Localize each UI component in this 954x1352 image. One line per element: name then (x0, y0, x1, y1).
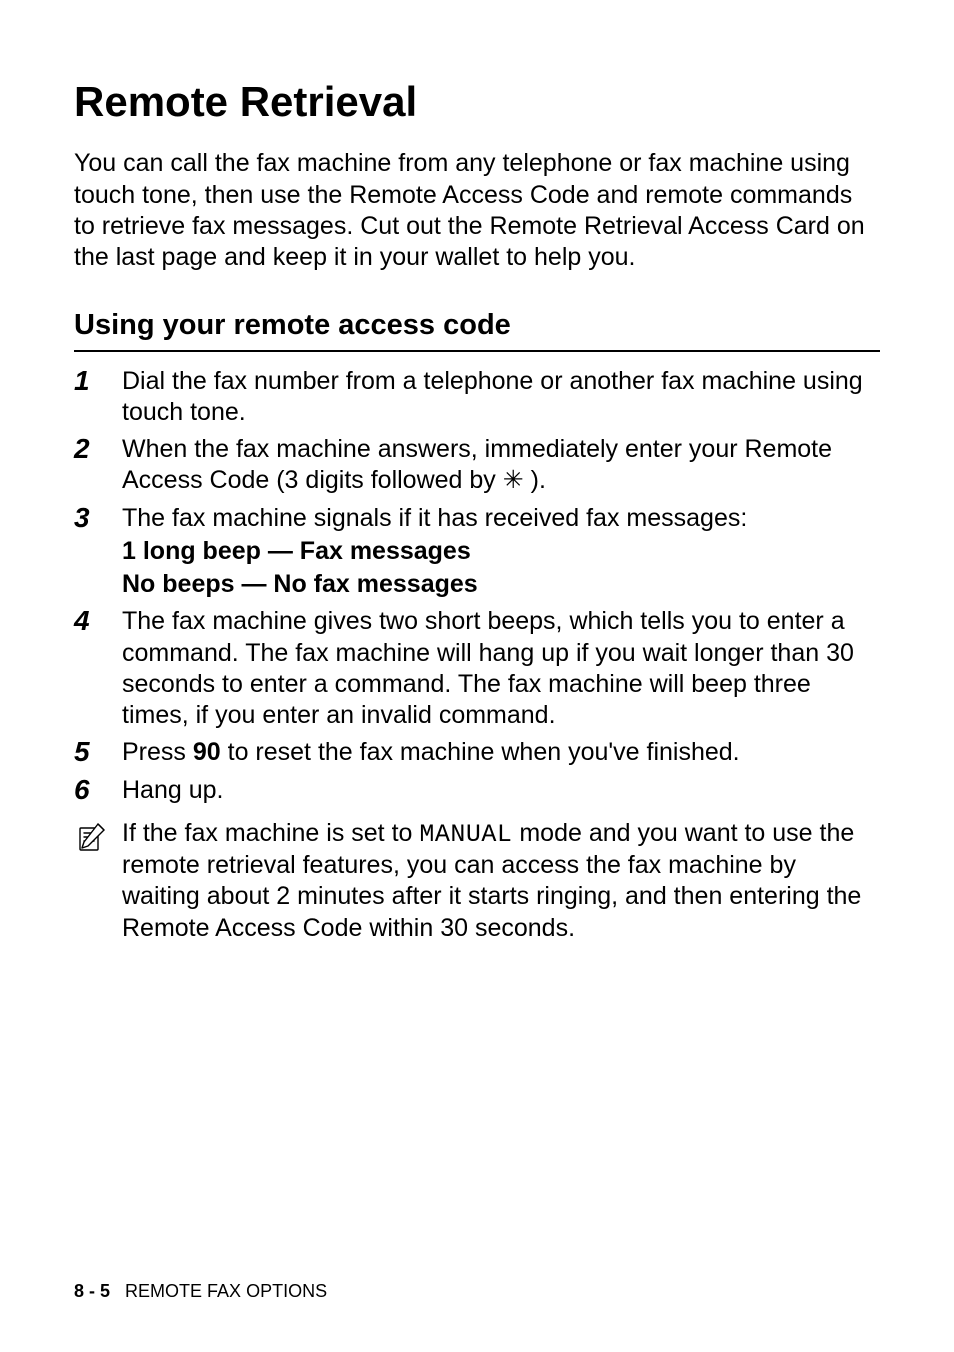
step-1: 1 Dial the fax number from a telephone o… (74, 366, 880, 429)
note-mode: MANUAL (419, 820, 512, 849)
step-5-pre: Press (122, 738, 193, 766)
step-3-sub2: No beeps — No fax messages (122, 569, 880, 600)
step-4: 4 The fax machine gives two short beeps,… (74, 606, 880, 731)
step-2: 2 When the fax machine answers, immediat… (74, 434, 880, 497)
step-2-post: ). (524, 466, 546, 494)
step-text: When the fax machine answers, immediatel… (122, 434, 880, 497)
step-3: 3 The fax machine signals if it has rece… (74, 503, 880, 601)
step-number: 3 (74, 503, 122, 534)
page-footer: 8 - 5 REMOTE FAX OPTIONS (74, 1281, 327, 1302)
footer-page-number: 8 - 5 (74, 1281, 110, 1301)
note-icon (74, 818, 122, 859)
step-5-code: 90 (193, 738, 221, 766)
step-3-text: The fax machine signals if it has receiv… (122, 503, 880, 534)
step-3-sub1: 1 long beep — Fax messages (122, 536, 880, 567)
page-title: Remote Retrieval (74, 78, 880, 126)
step-2-pre: When the fax machine answers, immediatel… (122, 435, 832, 494)
steps-list: 1 Dial the fax number from a telephone o… (74, 366, 880, 806)
step-text: Hang up. (122, 775, 880, 806)
document-page: Remote Retrieval You can call the fax ma… (0, 0, 954, 1352)
step-number: 4 (74, 606, 122, 637)
step-number: 2 (74, 434, 122, 465)
footer-section: REMOTE FAX OPTIONS (125, 1281, 327, 1301)
note-text: If the fax machine is set to MANUAL mode… (122, 818, 880, 944)
step-text: Press 90 to reset the fax machine when y… (122, 737, 880, 768)
note-block: If the fax machine is set to MANUAL mode… (74, 818, 880, 944)
section-rule (74, 350, 880, 352)
step-number: 6 (74, 775, 122, 806)
section-heading: Using your remote access code (74, 307, 880, 343)
step-5: 5 Press 90 to reset the fax machine when… (74, 737, 880, 768)
note-pre: If the fax machine is set to (122, 819, 419, 847)
step-6: 6 Hang up. (74, 775, 880, 806)
step-text: Dial the fax number from a telephone or … (122, 366, 880, 429)
step-text: The fax machine signals if it has receiv… (122, 503, 880, 601)
step-number: 5 (74, 737, 122, 768)
intro-paragraph: You can call the fax machine from any te… (74, 148, 880, 273)
star-key-icon: ✳ (503, 466, 524, 494)
step-5-post: to reset the fax machine when you've fin… (221, 738, 740, 766)
step-number: 1 (74, 366, 122, 397)
step-text: The fax machine gives two short beeps, w… (122, 606, 880, 731)
